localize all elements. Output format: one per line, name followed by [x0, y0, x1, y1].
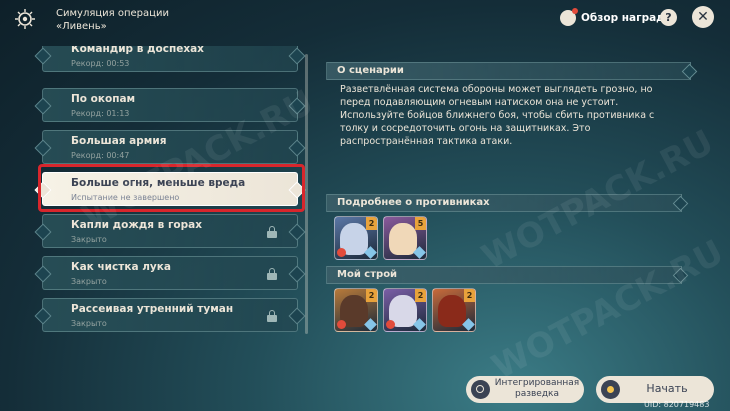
scenario-name: Командир в доспехах	[71, 46, 204, 55]
element-icon	[386, 320, 395, 329]
help-button[interactable]: ?	[660, 9, 677, 26]
frost-creature-icon[interactable]: 2	[383, 288, 427, 332]
scenario-name: Рассеивая утренний туман	[71, 303, 234, 315]
scenario-item-locked[interactable]: Капли дождя в горах Закрыто	[42, 214, 298, 248]
scenario-status: Закрыто	[71, 235, 107, 244]
scenario-item-locked[interactable]: Рассеивая утренний туман Закрыто	[42, 298, 298, 332]
start-icon	[601, 380, 620, 399]
hooded-enemy-icon[interactable]: 5	[383, 216, 427, 260]
lock-icon	[267, 268, 277, 280]
rewards-overview-label: Обзор наград	[581, 12, 665, 24]
rewards-overview-button[interactable]: Обзор наград	[560, 8, 665, 28]
scenario-status: Закрыто	[71, 319, 107, 328]
page-title-line-2: «Ливень»	[56, 21, 107, 32]
level-badge: 2	[415, 289, 426, 302]
team-title: Мой строй	[337, 269, 398, 280]
scenario-record: Рекорд: 01:13	[71, 109, 130, 118]
scenario-item[interactable]: Командир в доспехах Рекорд: 00:53	[42, 46, 298, 72]
ice-knight-icon[interactable]: 2	[334, 216, 378, 260]
scenario-item-locked[interactable]: Как чистка лука Закрыто	[42, 256, 298, 290]
player-uid: UID: 820719483	[644, 400, 710, 409]
integrated-intel-button[interactable]: Интегрированная разведка	[466, 376, 584, 403]
scenario-info-title: О сценарии	[337, 65, 404, 76]
lock-icon	[267, 226, 277, 238]
element-icon	[337, 320, 346, 329]
level-badge: 5	[415, 217, 426, 230]
level-badge: 2	[366, 289, 377, 302]
level-badge: 2	[464, 289, 475, 302]
dark-mech-icon[interactable]: 2	[334, 288, 378, 332]
notification-dot-icon	[572, 8, 578, 14]
enemies-title: Подробнее о противниках	[337, 197, 490, 208]
scenario-record: Рекорд: 00:53	[71, 59, 130, 68]
scenario-description: Разветвлённая система обороны может выгл…	[340, 84, 655, 147]
scenario-name: По окопам	[71, 93, 136, 105]
level-badge: 2	[366, 217, 377, 230]
element-icon	[337, 248, 346, 257]
lock-icon	[267, 310, 277, 322]
rewards-icon	[560, 8, 578, 26]
start-label: Начать	[646, 382, 688, 395]
page-title-line-1: Симуляция операции	[56, 8, 169, 19]
start-button[interactable]: Начать	[596, 376, 714, 403]
scenario-name: Как чистка лука	[71, 261, 171, 273]
scenario-name: Большая армия	[71, 135, 167, 147]
scenario-record: Рекорд: 00:47	[71, 151, 130, 160]
domain-emblem-icon	[15, 9, 35, 29]
top-bar: Симуляция операции «Ливень» Обзор наград…	[0, 0, 730, 36]
magnifier-icon	[471, 380, 490, 399]
portrait-art	[438, 295, 466, 327]
close-button[interactable]: ✕	[692, 6, 714, 28]
scenario-info-heading: О сценарии	[326, 62, 691, 80]
fire-mech-icon[interactable]: 2	[432, 288, 476, 332]
scenario-status: Закрыто	[71, 277, 107, 286]
portrait-art	[389, 223, 417, 255]
page-title: Симуляция операции «Ливень»	[56, 7, 169, 33]
